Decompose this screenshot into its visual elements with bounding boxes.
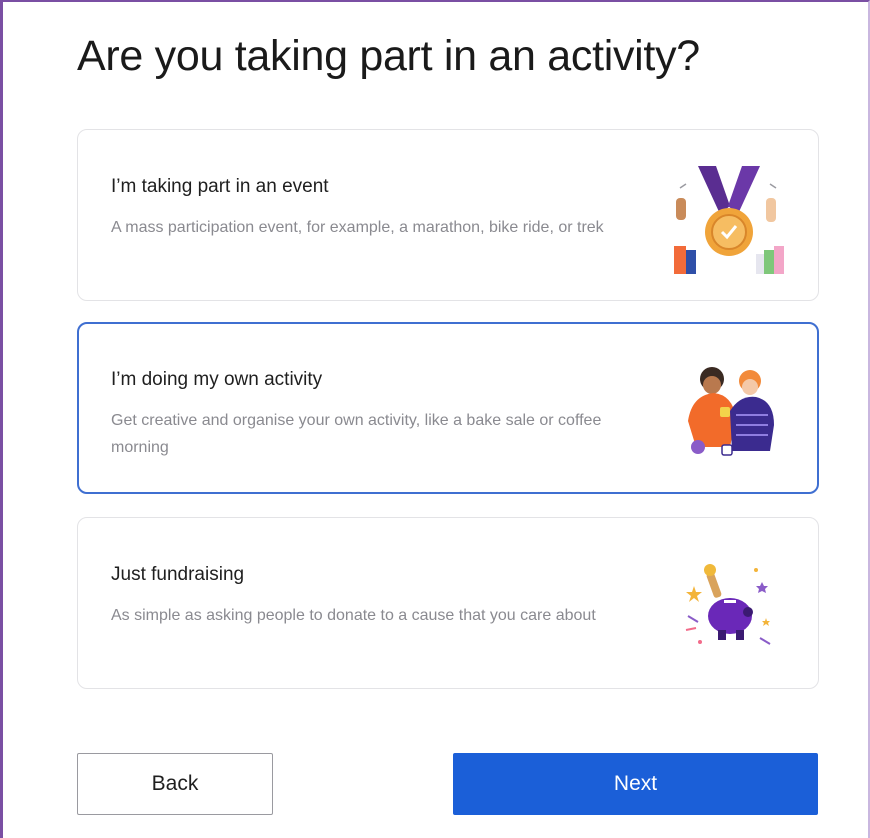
option-description: As simple as asking people to donate to …: [111, 607, 596, 624]
piggy-bank-celebration-icon: [670, 546, 788, 664]
option-title: Just fundraising: [111, 564, 245, 585]
option-card-just-fundraising[interactable]: Just fundraising As simple as asking peo…: [77, 517, 819, 689]
medal-icon: [670, 158, 788, 276]
option-title: I’m taking part in an event: [111, 176, 329, 197]
next-button[interactable]: Next: [453, 753, 818, 815]
option-description: A mass participation event, for example,…: [111, 219, 604, 236]
option-title: I’m doing my own activity: [111, 369, 323, 390]
option-card-event[interactable]: I’m taking part in an event A mass parti…: [77, 129, 819, 301]
option-card-own-activity[interactable]: I’m doing my own activity Get creative a…: [77, 322, 819, 494]
friends-coffee-icon: [670, 351, 788, 469]
page-title: Are you taking part in an activity?: [77, 32, 700, 80]
page-frame: Are you taking part in an activity? I’m …: [0, 0, 870, 838]
option-description: Get creative and organise your own activ…: [111, 412, 602, 456]
back-button[interactable]: Back: [77, 753, 273, 815]
